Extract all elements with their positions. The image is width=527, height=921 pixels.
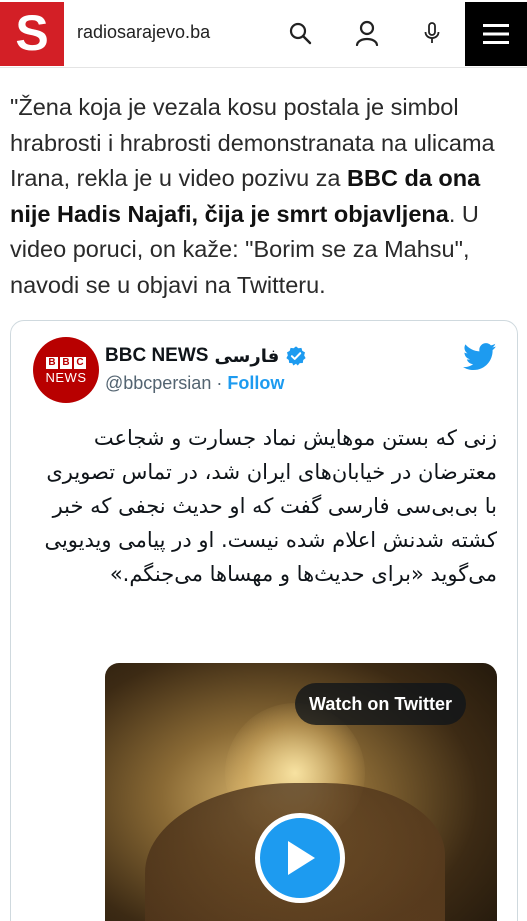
verified-badge-icon <box>286 346 306 366</box>
site-logo[interactable]: S <box>0 2 64 66</box>
microphone-icon[interactable] <box>417 18 447 48</box>
watch-on-twitter-button[interactable]: Watch on Twitter <box>295 683 466 725</box>
site-header: S radiosarajevo.ba <box>0 0 527 68</box>
search-icon[interactable] <box>285 18 315 48</box>
avatar[interactable]: BBC NEWS <box>33 337 99 403</box>
tweet-text: زنی که بستن موهایش نماد جسارت و شجاعت مع… <box>44 426 497 586</box>
tweet-author[interactable]: BBC NEWS فارسی <box>105 345 307 367</box>
follow-link[interactable]: Follow <box>227 373 284 393</box>
handle-separator: · <box>216 373 223 393</box>
avatar-news-label: NEWS <box>45 369 87 385</box>
article-paragraph: "Žena koja je vezala kosu postala je sim… <box>10 90 520 303</box>
author-name-persian: فارسی <box>214 345 280 366</box>
author-name: BBC NEWS <box>105 345 209 366</box>
play-icon <box>288 841 315 875</box>
play-button[interactable] <box>255 813 345 903</box>
author-handle[interactable]: @bbcpersian <box>105 373 211 393</box>
site-name[interactable]: radiosarajevo.ba <box>77 22 210 43</box>
twitter-bird-icon[interactable] <box>463 343 497 376</box>
user-icon[interactable] <box>352 18 382 48</box>
tweet-video[interactable]: Watch on Twitter <box>105 663 497 921</box>
menu-icon <box>483 24 509 44</box>
tweet-handle-row: @bbcpersian · Follow <box>105 373 284 394</box>
bbc-logo-blocks: BBC <box>46 356 86 369</box>
menu-button[interactable] <box>465 2 527 66</box>
logo-letter: S <box>15 5 49 61</box>
embedded-tweet: BBC NEWS BBC NEWS فارسی @bbcpersian · Fo… <box>10 320 518 921</box>
